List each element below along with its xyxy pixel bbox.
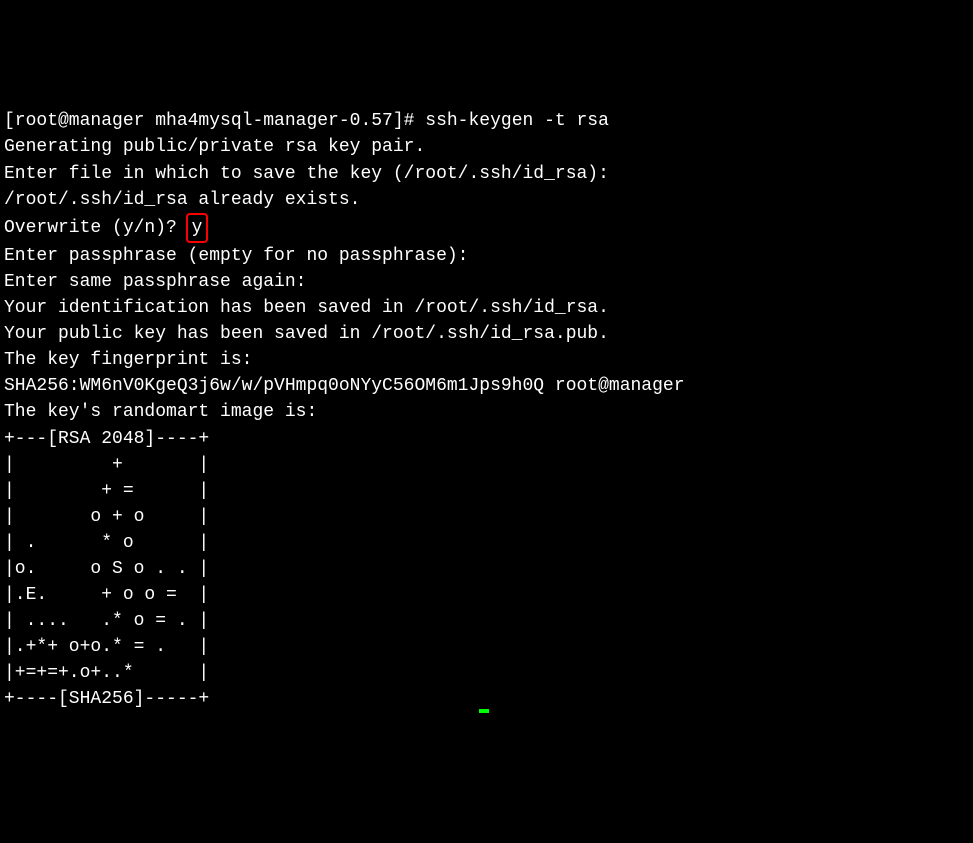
randomart-line: |.E. + o o = | (4, 585, 209, 605)
output-line: Your public key has been saved in /root/… (4, 324, 609, 344)
output-line: The key fingerprint is: (4, 350, 252, 370)
output-line: The key's randomart image is: (4, 402, 317, 422)
randomart-line: +----[SHA256]-----+ (4, 689, 209, 709)
output-line: Your identification has been saved in /r… (4, 298, 609, 318)
randomart-line: | . * o | (4, 533, 209, 553)
output-line: /root/.ssh/id_rsa already exists. (4, 190, 360, 210)
output-line: Enter same passphrase again: (4, 272, 306, 292)
randomart-line: |.+*+ o+o.* = . | (4, 637, 209, 657)
randomart-line: |o. o S o . . | (4, 559, 209, 579)
randomart-line: | .... .* o = . | (4, 611, 209, 631)
randomart-line: | + | (4, 455, 209, 475)
output-line: Overwrite (y/n)? (4, 218, 188, 238)
output-line: SHA256:WM6nV0KgeQ3j6w/w/pVHmpq0oNYyC56OM… (4, 376, 685, 396)
highlighted-input: y (186, 213, 209, 243)
randomart-line: | o + o | (4, 507, 209, 527)
randomart-line: |+=+=+.o+..* | (4, 663, 209, 683)
command-text: ssh-keygen -t rsa (425, 111, 609, 131)
randomart-line: +---[RSA 2048]----+ (4, 429, 209, 449)
output-line: Generating public/private rsa key pair. (4, 137, 425, 157)
terminal-output[interactable]: [root@manager mha4mysql-manager-0.57]# s… (4, 108, 969, 712)
output-line: Enter file in which to save the key (/ro… (4, 164, 609, 184)
randomart-line: | + = | (4, 481, 209, 501)
prompt-text: [root@manager mha4mysql-manager-0.57]# (4, 111, 425, 131)
output-line: Enter passphrase (empty for no passphras… (4, 246, 468, 266)
cursor-icon (479, 709, 489, 713)
